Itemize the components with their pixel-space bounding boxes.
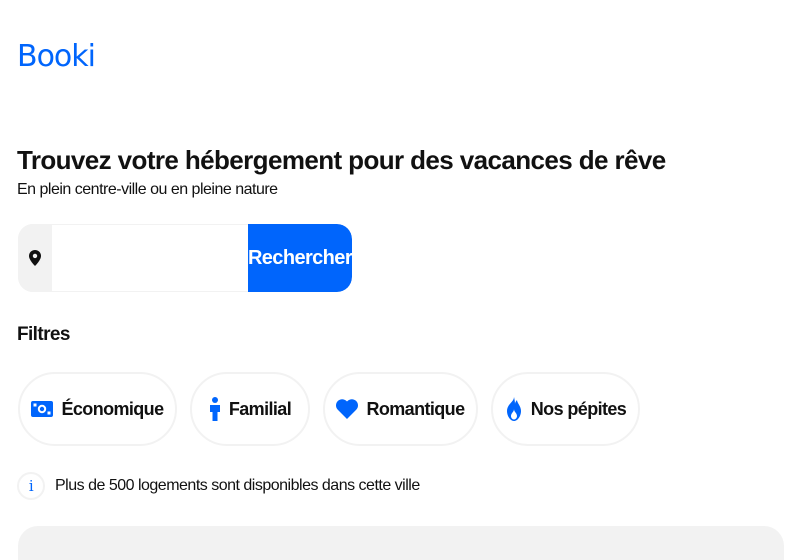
filter-label: Économique	[61, 398, 164, 419]
person-icon	[209, 397, 221, 421]
availability-info: i Plus de 500 logements sont disponibles…	[17, 472, 420, 500]
page: Booki Trouvez votre hébergement pour des…	[0, 0, 800, 560]
info-icon: i	[17, 472, 45, 500]
filter-romantique-button[interactable]: Romantique	[323, 372, 478, 446]
filter-familial-button[interactable]: Familial	[190, 372, 310, 446]
filter-label: Romantique	[366, 398, 465, 419]
availability-text: Plus de 500 logements sont disponibles d…	[55, 477, 420, 494]
filter-nos-pepites-button[interactable]: Nos pépites	[491, 372, 640, 446]
filter-economique-button[interactable]: Économique	[18, 372, 177, 446]
map-pin-icon	[18, 224, 52, 292]
search-bar: Rechercher	[18, 224, 352, 292]
page-title: Trouvez votre hébergement pour des vacan…	[17, 145, 666, 175]
booki-logo[interactable]: Booki	[17, 38, 96, 76]
money-bill-icon	[31, 401, 54, 417]
page-subtitle: En plein centre-ville ou en pleine natur…	[17, 181, 278, 198]
filters-title: Filtres	[17, 324, 70, 345]
filter-label: Nos pépites	[530, 398, 627, 419]
search-button[interactable]: Rechercher	[247, 224, 352, 292]
heart-icon	[336, 399, 359, 419]
results-panel	[18, 526, 784, 560]
search-input[interactable]	[51, 224, 248, 292]
filter-label: Familial	[228, 398, 292, 419]
fire-icon	[505, 397, 523, 421]
